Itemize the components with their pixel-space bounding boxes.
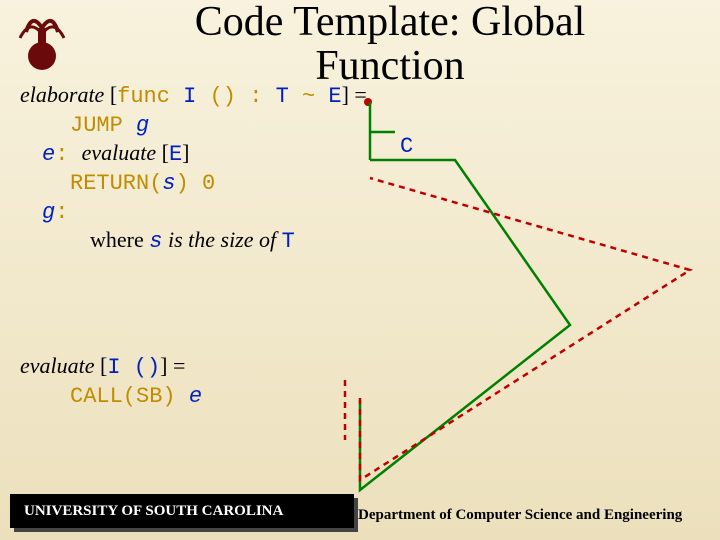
call-text: CALL(SB) — [70, 384, 189, 409]
where-line: where s is the size of T — [90, 227, 700, 254]
token-func: func — [117, 84, 183, 109]
token-t: T — [276, 84, 302, 109]
jump-word: JUMP — [70, 113, 136, 138]
eval2-close: ] = — [160, 353, 185, 378]
g-label-line: g: — [42, 198, 700, 225]
g-colon: : — [55, 200, 68, 225]
token-i: I — [183, 84, 209, 109]
footer-left: UNIVERSITY OF SOUTH CAROLINA — [10, 494, 354, 528]
return-line: RETURN(s) 0 — [70, 169, 700, 196]
call-line: CALL(SB) e — [70, 382, 700, 409]
evaluate2-word: evaluate — [20, 353, 95, 378]
where-s: s — [149, 229, 162, 254]
slide-title: Code Template: Global Function — [100, 0, 680, 88]
eval-open: [ — [156, 140, 169, 165]
e-label: e — [42, 142, 55, 167]
token-e: E — [328, 84, 341, 109]
g-label: g — [42, 200, 55, 225]
bracket-close: ] = — [342, 82, 367, 107]
call-e: e — [189, 384, 202, 409]
footer-left-text: UNIVERSITY OF SOUTH CAROLINA — [24, 503, 283, 520]
return-tail: ) 0 — [176, 171, 216, 196]
elaborate-keyword: elaborate — [20, 82, 104, 107]
where-pre: where — [90, 227, 149, 252]
return-s: s — [162, 171, 175, 196]
eval2-open: [ — [95, 353, 108, 378]
token-colon: : — [249, 84, 275, 109]
bracket-open: [ — [104, 82, 117, 107]
token-i2: I () — [107, 355, 160, 380]
university-logo — [10, 10, 74, 74]
footer-right-text: Department of Computer Science and Engin… — [358, 507, 682, 524]
token-tilde: ~ — [302, 84, 328, 109]
return-text: RETURN( — [70, 171, 162, 196]
e-colon: : — [55, 142, 81, 167]
where-mid: is the size of — [162, 227, 281, 252]
eval-close: ] — [182, 140, 189, 165]
jump-line: JUMP g — [70, 111, 700, 138]
c-label: C — [400, 134, 413, 159]
token-parens: () — [210, 84, 250, 109]
title-line1: Code Template: Global — [195, 0, 586, 45]
slide-body: elaborate [func I () : T ~ E] = JUMP g e… — [20, 80, 700, 411]
elaborate-line: elaborate [func I () : T ~ E] = — [20, 82, 700, 109]
slide-root: Code Template: Global Function elaborate… — [0, 0, 720, 540]
evaluate2-line: evaluate [I ()] = — [20, 353, 700, 380]
jump-g: g — [136, 113, 149, 138]
footer-right: Department of Computer Science and Engin… — [358, 498, 714, 530]
where-t: T — [282, 229, 295, 254]
evaluate-word: evaluate — [82, 140, 157, 165]
e-evaluate-line: e: evaluate [E] — [42, 140, 700, 167]
token-e2: E — [169, 142, 182, 167]
spacer — [20, 256, 700, 351]
